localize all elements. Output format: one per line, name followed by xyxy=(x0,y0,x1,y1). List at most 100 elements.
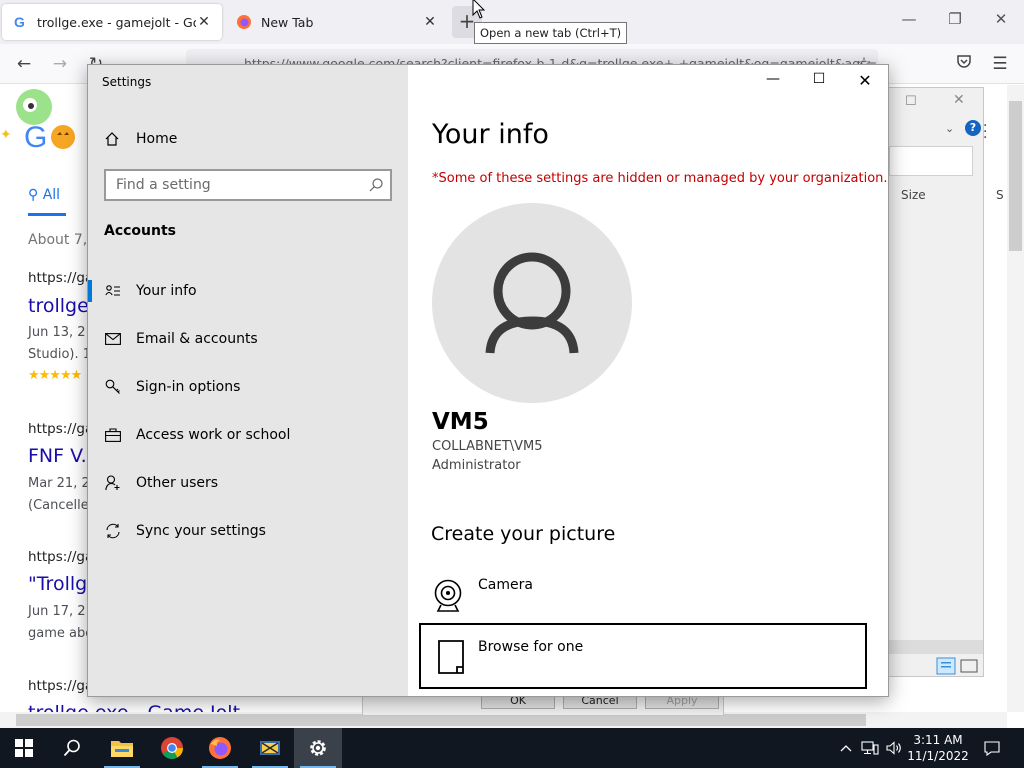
results-count: About 7,1 xyxy=(28,232,97,248)
add-user-icon xyxy=(104,474,122,492)
key-icon xyxy=(104,378,122,396)
firefox-icon xyxy=(209,737,231,759)
view-mode-icons[interactable] xyxy=(935,656,983,676)
sidebar-item-sign-in-options[interactable]: Sign-in options xyxy=(88,367,408,407)
result-snippet: game abo xyxy=(28,626,94,641)
browser-tab-strip: G trollge.exe - gamejolt - Google ✕ New … xyxy=(0,0,1024,44)
search-icon xyxy=(63,739,80,757)
background-file-dialog: ☐ ✕ ⌄ ? Size xyxy=(886,87,984,677)
sidebar-item-other-users[interactable]: Other users xyxy=(88,463,408,503)
tab-google-search[interactable]: G trollge.exe - gamejolt - Google ✕ xyxy=(2,4,222,40)
taskbar-network-tool[interactable] xyxy=(246,728,294,768)
briefcase-icon xyxy=(104,426,122,444)
chevron-down-icon[interactable]: ⌄ xyxy=(945,122,954,135)
close-window-icon[interactable]: ✕ xyxy=(989,10,1013,34)
result-snippet: Mar 21, 2 xyxy=(28,476,90,491)
home-icon xyxy=(104,131,122,147)
search-placeholder: Find a setting xyxy=(116,177,211,193)
page-vertical-scrollbar[interactable] xyxy=(1007,85,1024,712)
back-arrow-icon[interactable]: ← xyxy=(12,52,36,76)
page-title: Your info xyxy=(432,119,549,150)
taskbar-settings[interactable] xyxy=(294,728,342,768)
result-title[interactable]: trollge.exe - Game Jolt xyxy=(28,702,240,712)
taskbar-firefox[interactable] xyxy=(196,728,244,768)
sidebar-item-access-work[interactable]: Access work or school xyxy=(88,415,408,455)
close-icon[interactable]: ✕ xyxy=(953,92,965,108)
volume-icon[interactable] xyxy=(884,738,904,758)
mail-icon xyxy=(104,330,122,348)
notifications-icon[interactable] xyxy=(982,738,1002,758)
column-header-size[interactable]: Size xyxy=(901,188,926,202)
chevron-up-icon[interactable] xyxy=(836,738,856,758)
forward-arrow-icon[interactable]: → xyxy=(48,52,72,76)
help-icon[interactable]: ? xyxy=(965,120,981,136)
result-url[interactable]: https://ga xyxy=(28,270,93,286)
close-tab-icon[interactable]: ✕ xyxy=(196,14,212,30)
dialog-search-field[interactable] xyxy=(889,146,973,176)
result-url[interactable]: https://ga xyxy=(28,421,93,437)
mouse-cursor-icon xyxy=(472,0,486,19)
result-url[interactable]: https://ga xyxy=(28,549,93,565)
more-options-icon[interactable]: · · · xyxy=(983,119,991,145)
minimize-icon[interactable]: — xyxy=(897,10,921,34)
restore-icon[interactable]: ❐ xyxy=(943,10,967,34)
taskbar-chrome[interactable] xyxy=(148,728,196,768)
settings-content-pane: — ☐ ✕ Your info *Some of these settings … xyxy=(408,65,888,696)
tab-new-tab[interactable]: New Tab ✕ xyxy=(226,4,448,40)
scrollbar-thumb[interactable] xyxy=(1009,101,1022,251)
managed-warning: *Some of these settings are hidden or ma… xyxy=(432,171,888,186)
result-title[interactable]: FNF V. xyxy=(28,445,87,467)
sidebar-item-sync-settings[interactable]: Sync your settings xyxy=(88,511,408,551)
menu-hamburger-icon[interactable]: ☰ xyxy=(988,52,1012,76)
tab-all[interactable]: ⚲ All xyxy=(28,187,60,203)
result-title[interactable]: trollge. xyxy=(28,295,95,317)
network-icon[interactable] xyxy=(860,738,880,758)
sidebar-item-your-info[interactable]: Your info xyxy=(88,271,408,311)
home-link[interactable]: Home xyxy=(104,129,177,149)
svg-text:G: G xyxy=(14,14,25,30)
settings-gear-icon xyxy=(310,740,326,756)
search-icon: ⚲ xyxy=(28,187,39,203)
file-icon xyxy=(438,640,464,674)
sidebar-item-label: Sign-in options xyxy=(136,379,241,395)
clock-date: 11/1/2022 xyxy=(907,749,969,763)
sidebar-item-email-accounts[interactable]: Email & accounts xyxy=(88,319,408,359)
close-tab-icon[interactable]: ✕ xyxy=(422,14,438,30)
clock-time: 3:11 AM xyxy=(913,733,963,747)
pocket-icon[interactable] xyxy=(952,52,976,76)
svg-text:✦: ✦ xyxy=(0,127,12,143)
rating-stars: ★★★★★ xyxy=(28,368,82,383)
result-snippet: (Cancelle xyxy=(28,498,89,513)
tab-title: New Tab xyxy=(261,14,314,30)
camera-label: Camera xyxy=(478,577,533,593)
user-role: Administrator xyxy=(432,458,521,473)
google-doodle-logo[interactable]: G ✦ xyxy=(0,87,90,159)
maximize-icon[interactable]: ☐ xyxy=(804,71,834,95)
minimize-icon[interactable]: — xyxy=(758,71,788,95)
result-snippet: Jun 17, 2 xyxy=(28,604,86,619)
sidebar-item-label: Access work or school xyxy=(136,427,291,443)
file-explorer-icon xyxy=(111,741,133,757)
camera-option[interactable]: Camera xyxy=(432,575,852,619)
close-icon[interactable]: ✕ xyxy=(850,71,880,95)
taskbar: 3:11 AM 11/1/2022 xyxy=(0,728,1024,768)
window-title: Settings xyxy=(102,75,152,89)
chrome-icon xyxy=(161,737,183,759)
dialog-horizontal-scrollbar[interactable] xyxy=(887,640,983,654)
find-setting-input[interactable]: Find a setting xyxy=(104,169,392,201)
sidebar-item-label: Other users xyxy=(136,475,219,491)
tab-all-label: All xyxy=(42,187,61,203)
result-url[interactable]: https://ga xyxy=(28,678,93,694)
home-label: Home xyxy=(136,131,178,147)
maximize-icon[interactable]: ☐ xyxy=(905,94,917,109)
start-button[interactable] xyxy=(0,728,48,768)
sidebar-item-label: Sync your settings xyxy=(136,523,266,539)
browse-for-one-option[interactable]: Browse for one xyxy=(419,623,867,689)
taskbar-file-explorer[interactable] xyxy=(98,728,146,768)
sidebar-item-label: Email & accounts xyxy=(136,331,258,347)
windows-start-icon xyxy=(15,739,33,757)
contact-card-icon xyxy=(104,282,122,300)
create-picture-heading: Create your picture xyxy=(431,523,616,545)
taskbar-clock[interactable]: 3:11 AM 11/1/2022 xyxy=(906,732,970,764)
taskbar-search-button[interactable] xyxy=(48,728,96,768)
